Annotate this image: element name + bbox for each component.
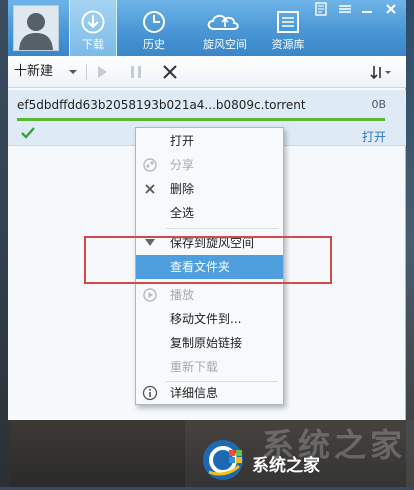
new-task-label: 十新建 xyxy=(14,64,54,79)
avatar[interactable] xyxy=(13,5,59,51)
menu-item-play[interactable]: 播放 xyxy=(136,283,283,307)
pause-icon[interactable] xyxy=(126,62,146,82)
menu-separator xyxy=(166,228,278,229)
menu-item-select-all-label: 全选 xyxy=(170,206,195,220)
toolbar-divider xyxy=(86,64,87,80)
menu-item-share[interactable]: 分享 xyxy=(136,153,283,177)
close-icon[interactable] xyxy=(380,0,402,18)
desktop-background-right xyxy=(406,0,414,487)
skin-icon[interactable] xyxy=(310,0,332,18)
info-icon xyxy=(142,385,158,401)
task-filename: ef5dbdffdd63b2058193b021a4...b0809c.torr… xyxy=(17,98,306,112)
menu-item-copy-link[interactable]: 复制原始链接 xyxy=(136,331,283,355)
tab-cloud-space-label: 旋风空间 xyxy=(203,38,247,51)
tab-resource-library-label: 资源库 xyxy=(271,38,305,51)
tab-cloud-space[interactable]: 旋风空间 xyxy=(192,0,258,56)
menu-icon[interactable] xyxy=(334,0,356,18)
delete-x-icon xyxy=(145,184,155,194)
annotation-highlight-box xyxy=(84,236,332,284)
play-icon xyxy=(143,288,157,302)
progress-bar xyxy=(17,118,385,121)
chevron-down-icon[interactable] xyxy=(68,62,78,82)
delete-x-icon[interactable] xyxy=(160,62,180,82)
tab-download[interactable]: 下载 xyxy=(69,0,117,56)
menu-item-details[interactable]: 详细信息 xyxy=(136,381,283,405)
menu-item-redownload[interactable]: 重新下载 xyxy=(136,355,283,379)
menu-item-move-file-label: 移动文件到... xyxy=(170,312,242,326)
download-icon xyxy=(81,10,105,34)
history-clock-icon xyxy=(143,11,165,33)
toolbar: 十新建 xyxy=(8,56,406,88)
menu-item-share-label: 分享 xyxy=(170,158,195,172)
new-task-button[interactable]: 十新建 xyxy=(14,62,78,82)
tab-download-label: 下载 xyxy=(82,38,104,51)
watermark-text: 系统之家 xyxy=(252,456,320,476)
task-size: 0B xyxy=(371,98,386,111)
menu-item-details-label: 详细信息 xyxy=(170,386,219,400)
menu-item-delete-label: 删除 xyxy=(170,182,195,196)
tab-history[interactable]: 历史 xyxy=(130,0,178,56)
start-play-icon[interactable] xyxy=(92,62,112,82)
resource-library-icon xyxy=(277,11,299,33)
menu-item-move-file[interactable]: 移动文件到... xyxy=(136,307,283,331)
open-link[interactable]: 打开 xyxy=(362,128,386,145)
menu-item-redownload-label: 重新下载 xyxy=(170,360,219,374)
header-bar: 下载 历史 旋风空间 资源库 xyxy=(8,0,406,56)
menu-item-open[interactable]: 打开 xyxy=(136,129,283,153)
sort-icon[interactable] xyxy=(368,62,394,82)
menu-item-copy-link-label: 复制原始链接 xyxy=(170,336,243,350)
menu-item-delete[interactable]: 删除 xyxy=(136,177,283,201)
menu-item-play-label: 播放 xyxy=(170,288,195,302)
menu-item-open-label: 打开 xyxy=(170,134,195,148)
user-silhouette-icon xyxy=(14,6,58,50)
check-icon xyxy=(21,127,35,139)
cloud-space-icon xyxy=(207,14,239,30)
minimize-icon[interactable] xyxy=(356,0,378,18)
menu-item-select-all[interactable]: 全选 xyxy=(136,201,283,225)
share-icon xyxy=(143,158,157,172)
tab-resource-library[interactable]: 资源库 xyxy=(260,0,316,56)
tab-history-label: 历史 xyxy=(143,38,165,51)
